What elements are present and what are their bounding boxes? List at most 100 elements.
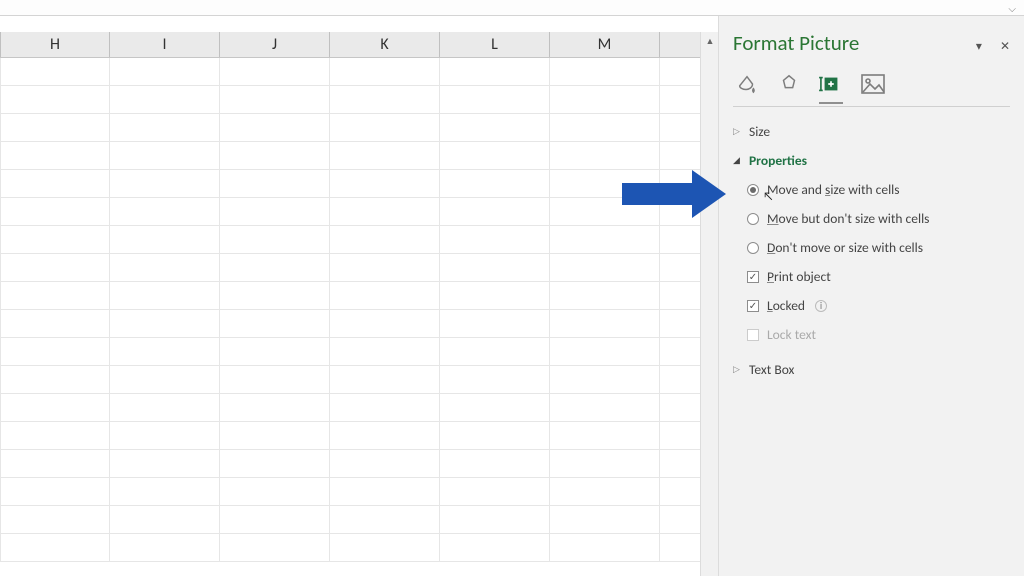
cell[interactable]	[220, 170, 330, 198]
column-header[interactable]: I	[110, 32, 220, 57]
cell[interactable]	[110, 338, 220, 366]
cell[interactable]	[0, 534, 110, 562]
cell[interactable]	[110, 170, 220, 198]
column-header[interactable]: K	[330, 32, 440, 57]
cell[interactable]	[0, 226, 110, 254]
cell[interactable]	[550, 226, 660, 254]
radio-button[interactable]	[747, 184, 759, 196]
tab-picture-icon[interactable]	[859, 70, 887, 98]
cell[interactable]	[220, 282, 330, 310]
cell[interactable]	[110, 394, 220, 422]
cell[interactable]	[440, 338, 550, 366]
cell[interactable]	[440, 534, 550, 562]
cell[interactable]	[330, 450, 440, 478]
cell[interactable]	[550, 142, 660, 170]
cell[interactable]	[550, 310, 660, 338]
cell[interactable]	[0, 86, 110, 114]
cell[interactable]	[550, 534, 660, 562]
cell[interactable]	[110, 226, 220, 254]
cell[interactable]	[330, 254, 440, 282]
tab-fill-line-icon[interactable]	[733, 70, 761, 98]
cell[interactable]	[220, 198, 330, 226]
cell[interactable]	[220, 254, 330, 282]
cell[interactable]	[110, 310, 220, 338]
cell[interactable]	[330, 506, 440, 534]
cell[interactable]	[0, 338, 110, 366]
cell[interactable]	[0, 506, 110, 534]
cell[interactable]	[440, 450, 550, 478]
cell[interactable]	[330, 226, 440, 254]
column-header[interactable]: M	[550, 32, 660, 57]
cell[interactable]	[0, 170, 110, 198]
cell[interactable]	[220, 534, 330, 562]
cell[interactable]	[440, 422, 550, 450]
cell[interactable]	[220, 394, 330, 422]
cell[interactable]	[110, 114, 220, 142]
cell[interactable]	[550, 282, 660, 310]
cell[interactable]	[110, 366, 220, 394]
cell[interactable]	[550, 394, 660, 422]
cell[interactable]	[0, 58, 110, 86]
cell[interactable]	[550, 506, 660, 534]
cell[interactable]	[0, 282, 110, 310]
cell[interactable]	[330, 198, 440, 226]
move-size-radio-option[interactable]: Don't move or size with cells	[747, 233, 1010, 262]
cell[interactable]	[550, 366, 660, 394]
cell[interactable]	[440, 226, 550, 254]
cell[interactable]	[550, 422, 660, 450]
locked-checkbox[interactable]	[747, 300, 759, 312]
cell[interactable]	[220, 58, 330, 86]
cell[interactable]	[220, 478, 330, 506]
cell[interactable]	[0, 142, 110, 170]
cell[interactable]	[440, 282, 550, 310]
cell[interactable]	[550, 86, 660, 114]
cell[interactable]	[440, 506, 550, 534]
cell[interactable]	[330, 86, 440, 114]
cell[interactable]	[0, 254, 110, 282]
cell[interactable]	[330, 478, 440, 506]
move-size-radio-option[interactable]: Move but don't size with cells	[747, 204, 1010, 233]
cell[interactable]	[220, 366, 330, 394]
cell[interactable]	[440, 478, 550, 506]
cell[interactable]	[110, 422, 220, 450]
cell[interactable]	[0, 366, 110, 394]
cell[interactable]	[220, 506, 330, 534]
radio-button[interactable]	[747, 213, 759, 225]
column-header[interactable]: H	[0, 32, 110, 57]
print-object-checkbox[interactable]	[747, 271, 759, 283]
cell[interactable]	[0, 114, 110, 142]
cell[interactable]	[110, 534, 220, 562]
cell[interactable]	[220, 450, 330, 478]
cell[interactable]	[550, 114, 660, 142]
ribbon-collapse-chevron[interactable]: ⌵	[1008, 2, 1016, 15]
cell[interactable]	[220, 86, 330, 114]
cell[interactable]	[440, 198, 550, 226]
cell[interactable]	[110, 282, 220, 310]
cell[interactable]	[550, 478, 660, 506]
cell[interactable]	[110, 254, 220, 282]
cell[interactable]	[110, 450, 220, 478]
cell[interactable]	[550, 198, 660, 226]
cell[interactable]	[110, 58, 220, 86]
cell[interactable]	[330, 58, 440, 86]
cell[interactable]	[110, 86, 220, 114]
cell[interactable]	[110, 142, 220, 170]
cell[interactable]	[330, 338, 440, 366]
locked-option[interactable]: Locked i	[747, 291, 1010, 320]
cell[interactable]	[550, 254, 660, 282]
column-header[interactable]: J	[220, 32, 330, 57]
cell[interactable]	[440, 394, 550, 422]
cell[interactable]	[0, 310, 110, 338]
cell[interactable]	[440, 114, 550, 142]
cell[interactable]	[220, 310, 330, 338]
locked-info-icon[interactable]: i	[815, 300, 827, 312]
cell[interactable]	[330, 366, 440, 394]
cell[interactable]	[0, 478, 110, 506]
cell[interactable]	[440, 254, 550, 282]
cell[interactable]	[330, 310, 440, 338]
cell[interactable]	[0, 450, 110, 478]
cell[interactable]	[550, 450, 660, 478]
cell[interactable]	[0, 394, 110, 422]
grid-body[interactable]	[0, 58, 700, 562]
cell[interactable]	[110, 198, 220, 226]
